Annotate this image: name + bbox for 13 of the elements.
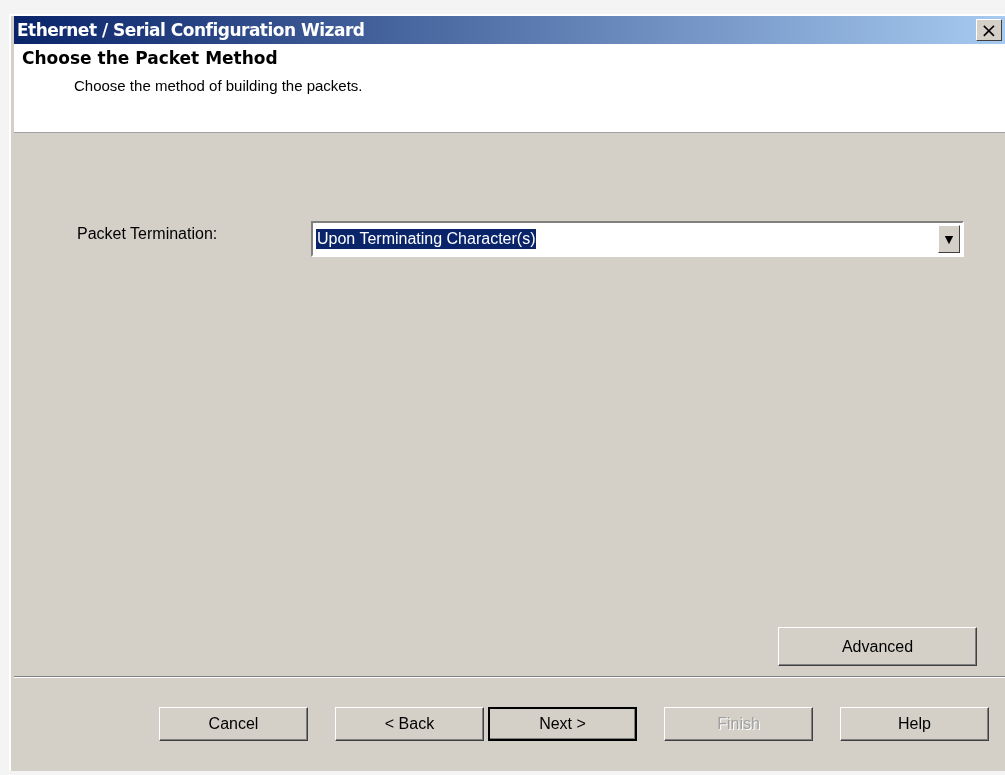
page-subtitle: Choose the method of building the packets. [74,77,363,94]
selected-value: Upon Terminating Character(s) [316,229,537,249]
close-button[interactable]: × [976,19,1002,41]
page-title: Choose the Packet Method [22,48,279,68]
dialog-button[interactable]: Help [840,707,989,741]
dialog-button[interactable]: Next > [488,707,637,741]
field-label: Packet Termination: [77,225,219,243]
packet-termination-dropdown[interactable]: Upon Terminating Character(s) ▼ [311,221,964,257]
dialog-button[interactable]: < Back [335,707,484,741]
dropdown-button[interactable]: ▼ [938,225,960,253]
dialog-button[interactable]: Cancel [159,707,308,741]
advanced-button[interactable]: Advanced [778,627,977,666]
window-title: Ethernet / Serial Configuration Wizard [17,20,365,40]
